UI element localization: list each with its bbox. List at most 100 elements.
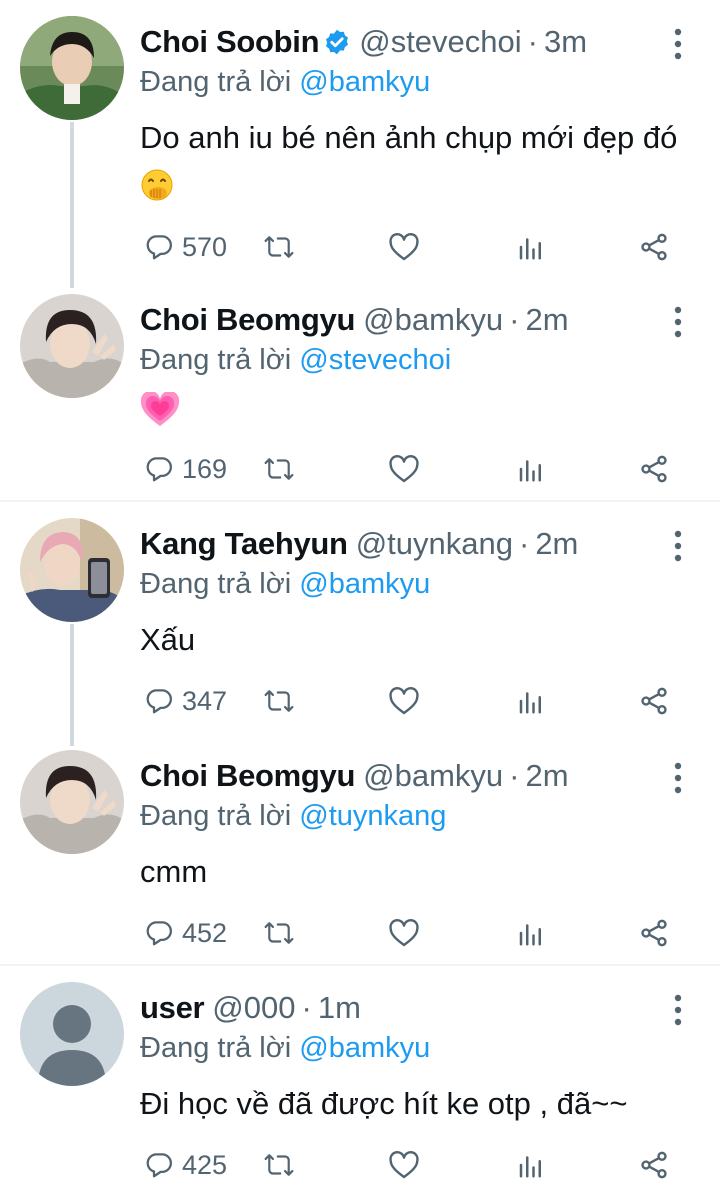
avatar[interactable] — [20, 16, 124, 120]
reply-icon — [144, 232, 174, 262]
replying-to: Đang trả lời @bamkyu — [140, 564, 430, 604]
mention-link[interactable]: @bamkyu — [299, 1032, 430, 1064]
more-options-icon[interactable] — [666, 758, 690, 798]
divider — [0, 500, 720, 502]
reply-count: 452 — [182, 917, 228, 948]
share-icon — [638, 685, 670, 717]
reply-button[interactable]: 169 — [144, 447, 227, 491]
share-button[interactable] — [638, 911, 670, 955]
reply-button[interactable]: 425 — [144, 1143, 227, 1187]
heart-icon — [388, 232, 420, 262]
analytics-icon — [516, 454, 546, 484]
like-button[interactable] — [388, 447, 420, 491]
heart-icon — [388, 918, 420, 948]
tweet-text: cmm — [140, 854, 208, 889]
author-handle[interactable]: @tuynkang — [356, 526, 513, 561]
tweet[interactable]: user @000 · 1m Đang trả lời @bamkyu Đi học … — [0, 980, 720, 1192]
tweet-actions: 347 — [140, 679, 700, 723]
views-button[interactable] — [516, 679, 546, 723]
retweet-button[interactable] — [262, 225, 296, 269]
author-name[interactable]: Choi Soobin — [140, 24, 320, 59]
retweet-button[interactable] — [262, 911, 296, 955]
more-options-icon[interactable] — [666, 24, 690, 64]
author-handle[interactable]: @stevechoi — [359, 24, 521, 59]
reply-count: 570 — [182, 231, 228, 262]
retweet-button[interactable] — [262, 447, 296, 491]
reply-icon — [144, 454, 174, 484]
author-name[interactable]: user — [140, 990, 205, 1025]
tweet-text — [140, 388, 700, 442]
retweet-button[interactable] — [262, 679, 296, 723]
views-button[interactable] — [516, 447, 546, 491]
replying-to: Đang trả lời @tuynkang — [140, 796, 446, 836]
mention-link[interactable]: @tuynkang — [299, 800, 446, 832]
reply-icon — [144, 918, 174, 948]
tweet[interactable]: Choi Beomgyu @bamkyu · 2m Đang trả lời @tuy… — [0, 748, 720, 962]
share-button[interactable] — [638, 225, 670, 269]
tweet[interactable]: Choi Soobin @stevechoi · 3m Đang trả lời @… — [0, 14, 720, 288]
retweet-icon — [262, 686, 296, 716]
reply-count: 347 — [182, 685, 228, 716]
author-handle[interactable]: @000 — [212, 990, 295, 1025]
author-name[interactable]: Kang Taehyun — [140, 526, 348, 561]
tweet-actions: 452 — [140, 911, 700, 955]
tweet-actions: 425 — [140, 1143, 700, 1187]
analytics-icon — [516, 918, 546, 948]
reply-button[interactable]: 452 — [144, 911, 227, 955]
face-with-hand-over-mouth-icon — [140, 168, 174, 216]
author-handle[interactable]: @bamkyu — [363, 758, 503, 793]
avatar[interactable] — [20, 294, 124, 398]
replying-to: Đang trả lời @stevechoi — [140, 340, 451, 380]
reply-icon — [144, 1150, 174, 1180]
views-button[interactable] — [516, 1143, 546, 1187]
tweet[interactable]: Choi Beomgyu @bamkyu · 2m Đang trả lời @ste… — [0, 292, 720, 498]
default-avatar[interactable] — [20, 982, 124, 1086]
mention-link[interactable]: @bamkyu — [299, 66, 430, 98]
views-button[interactable] — [516, 225, 546, 269]
tweet-text: Đi học về đã được hít ke otp , đã~~ — [140, 1086, 628, 1121]
like-button[interactable] — [388, 911, 420, 955]
timestamp[interactable]: 2m — [535, 526, 578, 561]
timestamp[interactable]: 2m — [525, 758, 568, 793]
analytics-icon — [516, 1150, 546, 1180]
more-options-icon[interactable] — [666, 990, 690, 1030]
share-icon — [638, 231, 670, 263]
separator-dot: · — [509, 302, 520, 337]
heart-icon — [388, 686, 420, 716]
timestamp[interactable]: 2m — [525, 302, 568, 337]
author-handle[interactable]: @bamkyu — [363, 302, 503, 337]
author-name[interactable]: Choi Beomgyu — [140, 758, 355, 793]
views-button[interactable] — [516, 911, 546, 955]
author-name[interactable]: Choi Beomgyu — [140, 302, 355, 337]
share-icon — [638, 453, 670, 485]
more-options-icon[interactable] — [666, 302, 690, 342]
verified-badge-icon — [323, 26, 351, 66]
replying-prefix: Đang trả lời — [140, 1032, 292, 1064]
mention-link[interactable]: @bamkyu — [299, 568, 430, 600]
retweet-button[interactable] — [262, 1143, 296, 1187]
tweet[interactable]: Kang Taehyun @tuynkang · 2m Đang trả lời @b… — [0, 516, 720, 746]
separator-dot: · — [518, 526, 530, 561]
replying-prefix: Đang trả lời — [140, 66, 292, 98]
timestamp[interactable]: 3m — [544, 24, 587, 59]
share-button[interactable] — [638, 1143, 670, 1187]
heart-icon — [388, 1150, 420, 1180]
tweet-text: Do anh iu bé nên ảnh chụp mới đẹp đó — [140, 114, 700, 216]
retweet-icon — [262, 232, 296, 262]
share-button[interactable] — [638, 447, 670, 491]
share-button[interactable] — [638, 679, 670, 723]
reply-button[interactable]: 347 — [144, 679, 227, 723]
mention-link[interactable]: @stevechoi — [299, 344, 451, 376]
like-button[interactable] — [388, 225, 420, 269]
timestamp[interactable]: 1m — [318, 990, 361, 1025]
reply-count: 425 — [182, 1149, 228, 1180]
separator-dot: · — [527, 24, 538, 59]
replying-to: Đang trả lời @bamkyu — [140, 1028, 430, 1068]
reply-button[interactable]: 570 — [144, 225, 227, 269]
avatar[interactable] — [20, 750, 124, 854]
retweet-icon — [262, 918, 296, 948]
like-button[interactable] — [388, 679, 420, 723]
more-options-icon[interactable] — [666, 526, 690, 566]
avatar[interactable] — [20, 518, 124, 622]
like-button[interactable] — [388, 1143, 420, 1187]
